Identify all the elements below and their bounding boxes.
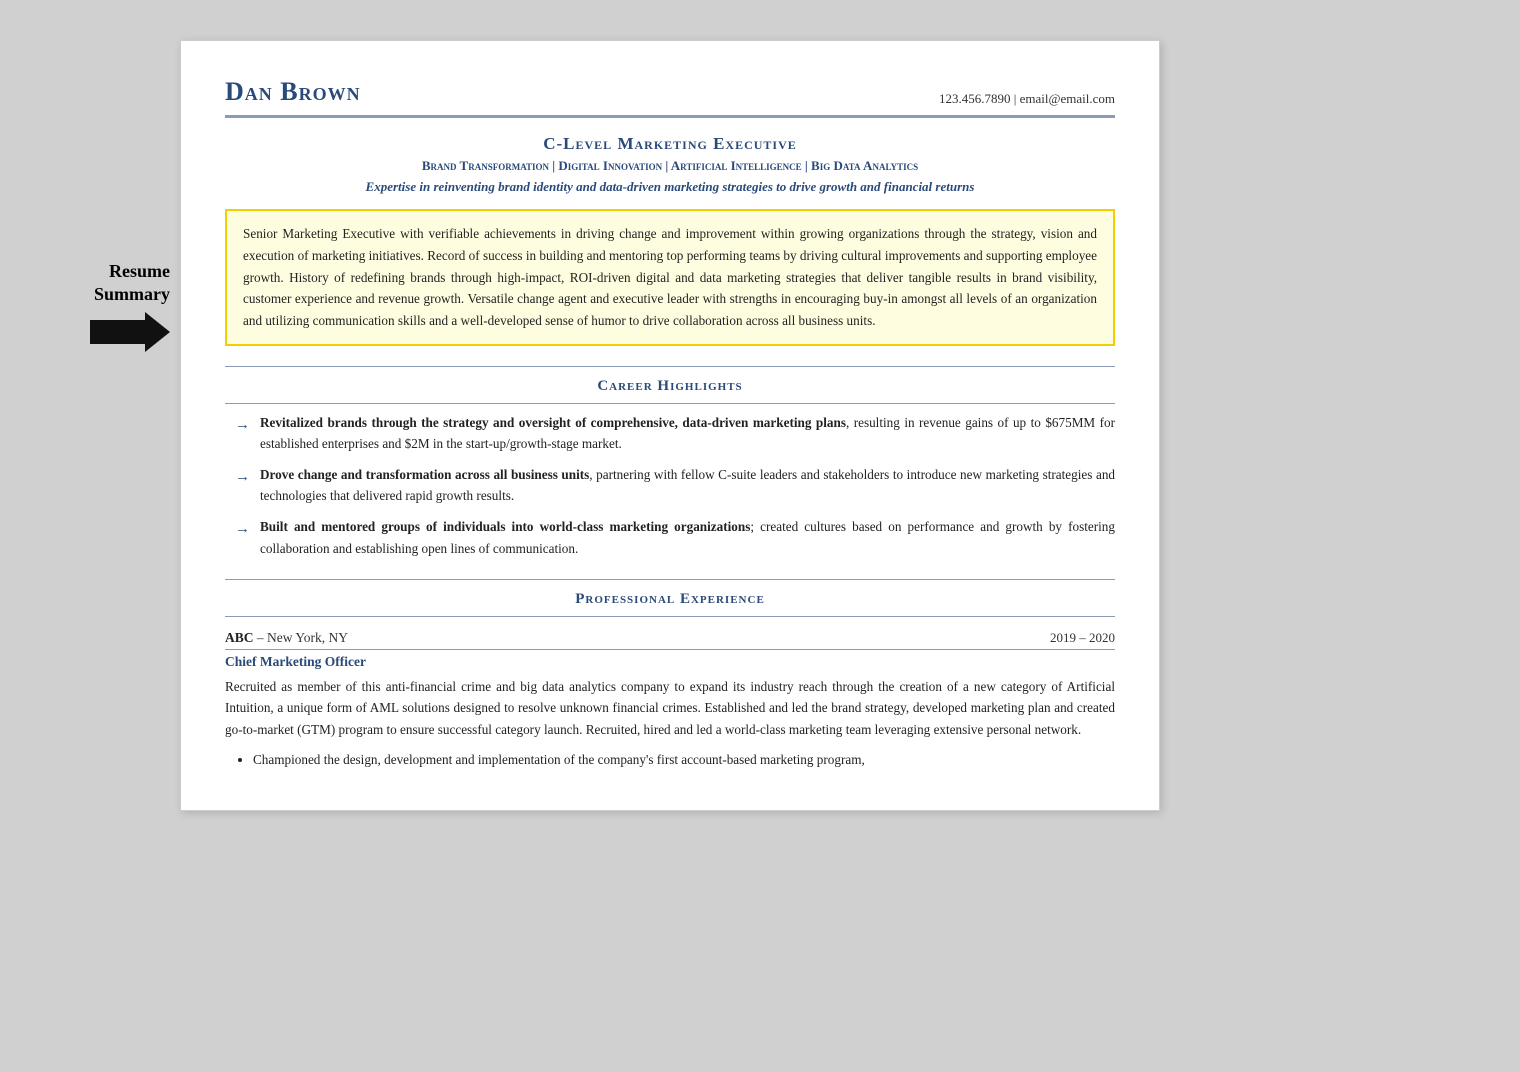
professional-experience-section: Professional Experience ABC – New York, … xyxy=(225,579,1115,770)
summary-text: Senior Marketing Executive with verifiab… xyxy=(243,226,1097,328)
resume-summary-annotation: Resume Summary xyxy=(40,260,180,352)
career-highlights-header: Career Highlights xyxy=(225,377,1115,395)
bold-text: Revitalized brands through the strategy … xyxy=(260,415,846,430)
arrow-bullet-icon: → xyxy=(235,413,250,437)
resume-document: Dan Brown 123.456.7890 | email@email.com… xyxy=(180,40,1160,811)
career-highlights-title: Career Highlights xyxy=(597,378,742,394)
professional-experience-header: Professional Experience xyxy=(225,590,1115,608)
job-bullet-item: Championed the design, development and i… xyxy=(253,749,1115,770)
candidate-name: Dan Brown xyxy=(225,77,361,107)
resume-header: Dan Brown 123.456.7890 | email@email.com xyxy=(225,77,1115,118)
career-highlights-section: Career Highlights → Revitalized brands t… xyxy=(225,366,1115,579)
annotation-label: Resume Summary xyxy=(94,260,170,307)
divider-bottom-exp xyxy=(225,616,1115,617)
company-suffix: – New York, NY xyxy=(254,630,349,645)
contact-info: 123.456.7890 | email@email.com xyxy=(939,91,1115,107)
annotation-arrow xyxy=(90,312,170,352)
list-item: → Revitalized brands through the strateg… xyxy=(235,412,1115,454)
job-role-title: Chief Marketing Officer xyxy=(225,654,1115,670)
career-highlights-list: → Revitalized brands through the strateg… xyxy=(225,404,1115,579)
tagline-section: C-Level Marketing Executive Brand Transf… xyxy=(225,134,1115,195)
bold-text: Drove change and transformation across a… xyxy=(260,467,589,482)
specialties: Brand Transformation | Digital Innovatio… xyxy=(225,158,1115,174)
arrow-bullet-icon: → xyxy=(235,517,250,541)
job-description: Recruited as member of this anti-financi… xyxy=(225,676,1115,741)
list-item-text: Revitalized brands through the strategy … xyxy=(260,412,1115,454)
job-bullets-list: Championed the design, development and i… xyxy=(225,749,1115,770)
list-item: → Drove change and transformation across… xyxy=(235,464,1115,506)
job-divider xyxy=(225,649,1115,650)
arrow-icon xyxy=(90,312,170,352)
expertise-line: Expertise in reinventing brand identity … xyxy=(225,179,1115,195)
divider-top-exp xyxy=(225,579,1115,580)
bold-text: Built and mentored groups of individuals… xyxy=(260,519,750,534)
company-name: ABC xyxy=(225,630,254,645)
summary-box: Senior Marketing Executive with verifiab… xyxy=(225,209,1115,346)
job-title: C-Level Marketing Executive xyxy=(225,134,1115,154)
divider-top xyxy=(225,366,1115,367)
professional-experience-title: Professional Experience xyxy=(575,591,765,607)
job-header-row: ABC – New York, NY 2019 – 2020 xyxy=(225,629,1115,647)
company-line: ABC – New York, NY xyxy=(225,629,348,647)
list-item-text: Drove change and transformation across a… xyxy=(260,464,1115,506)
list-item: → Built and mentored groups of individua… xyxy=(235,516,1115,558)
list-item-text: Built and mentored groups of individuals… xyxy=(260,516,1115,558)
job-date-range: 2019 – 2020 xyxy=(1050,630,1115,646)
arrow-bullet-icon: → xyxy=(235,465,250,489)
